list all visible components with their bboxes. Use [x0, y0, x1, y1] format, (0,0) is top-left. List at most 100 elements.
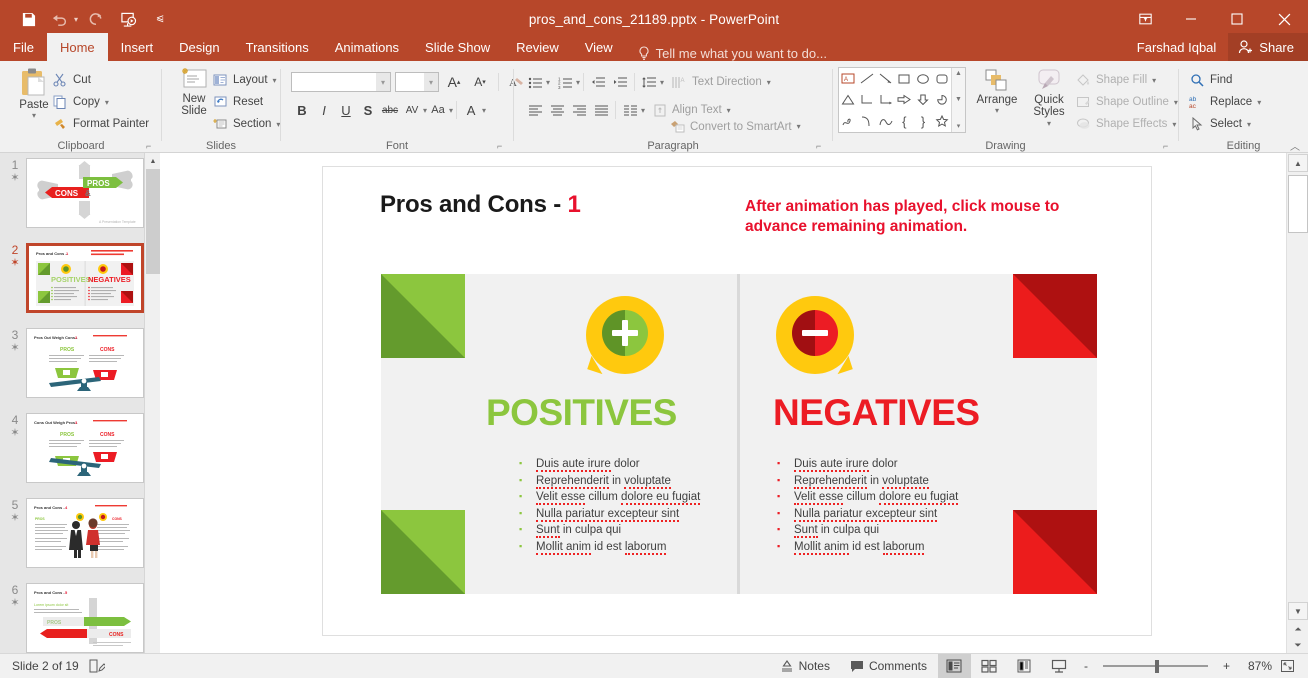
animation-note-text[interactable]: After animation has played, click mouse …: [745, 197, 1085, 237]
align-left-button[interactable]: [524, 99, 546, 121]
list-item[interactable]: 4 ✶ Cons Out Weigh Pros - 3 PROS CONS: [0, 408, 160, 493]
quick-styles-button[interactable]: Quick Styles ▾: [1025, 68, 1073, 128]
scroll-up-icon[interactable]: ▲: [1288, 154, 1308, 172]
decrease-font-size-button[interactable]: A ▾: [469, 71, 491, 93]
zoom-slider[interactable]: [1102, 654, 1208, 678]
bold-button[interactable]: B: [291, 99, 313, 121]
slide-notes-icon[interactable]: [89, 659, 105, 673]
thumbnail-image[interactable]: Pros and Cons - 5 Lorem ipsum dolor sit …: [26, 583, 144, 653]
text-shadow-button[interactable]: S: [357, 99, 379, 121]
zoom-out-button[interactable]: -: [1078, 654, 1094, 678]
shape-elbow-arrow-icon[interactable]: [879, 94, 893, 105]
increase-indent-button[interactable]: [609, 71, 631, 93]
thumbnail-scroll-thumb[interactable]: [146, 169, 160, 274]
shape-oval-icon[interactable]: [916, 73, 930, 84]
change-case-button[interactable]: Aa: [427, 99, 449, 121]
shape-scribble-icon[interactable]: [841, 116, 855, 127]
positives-heading[interactable]: POSITIVES: [486, 392, 677, 434]
shape-curve-icon[interactable]: [860, 116, 874, 127]
thumbnail-image[interactable]: Pros Out Weigh Cons - 2 PROS CONS: [26, 328, 144, 398]
shape-pie-icon[interactable]: [935, 94, 949, 106]
text-direction-button[interactable]: A Text Direction ▾: [672, 76, 771, 89]
shape-down-arrow-icon[interactable]: [916, 94, 930, 106]
shape-fill-button[interactable]: Shape Fill ▾: [1075, 69, 1178, 91]
tab-slide-show[interactable]: Slide Show: [412, 33, 503, 61]
shape-star-icon[interactable]: [935, 115, 949, 128]
bullets-caret-icon[interactable]: ▾: [546, 78, 550, 87]
align-text-button[interactable]: Align Text ▾: [653, 104, 731, 117]
decrease-indent-button[interactable]: [587, 71, 609, 93]
list-item[interactable]: 6 ✶ Pros and Cons - 5 Lorem ipsum dolor …: [0, 578, 160, 653]
shapes-grid[interactable]: A {}: [839, 68, 951, 132]
section-button[interactable]: Section ▾: [212, 113, 280, 135]
tab-file[interactable]: File: [0, 33, 47, 61]
slide-sorter-icon[interactable]: [973, 654, 1006, 678]
cut-button[interactable]: Cut: [52, 69, 149, 91]
find-button[interactable]: Find: [1189, 69, 1261, 91]
italic-button[interactable]: I: [313, 99, 335, 121]
convert-to-smartart-button[interactable]: Convert to SmartArt ▾: [670, 120, 801, 133]
shapes-scroll-down-icon[interactable]: ▼: [955, 96, 962, 103]
paragraph-dialog-launcher[interactable]: ⌐: [816, 141, 821, 151]
tab-view[interactable]: View: [572, 33, 626, 61]
font-size-dropdown-caret-icon[interactable]: ▾: [424, 73, 438, 91]
list-item[interactable]: 2 ✶ Pros and Cons - 1 POSITIVES NEGATIVE…: [0, 238, 160, 323]
slide-show-icon[interactable]: [1043, 654, 1076, 678]
shape-elbow-connector-icon[interactable]: [860, 94, 874, 105]
shapes-more-icon[interactable]: ▾: [957, 122, 961, 130]
save-icon[interactable]: [14, 4, 42, 34]
shape-arc-icon[interactable]: [879, 116, 893, 127]
convert-to-smartart-caret-icon[interactable]: ▾: [797, 122, 801, 131]
reading-view-icon[interactable]: [1008, 654, 1041, 678]
thumbnail-pane-scrollbar[interactable]: ▲: [144, 153, 160, 653]
copy-button[interactable]: Copy ▾: [52, 91, 149, 113]
shape-rounded-rectangle-icon[interactable]: [935, 73, 949, 84]
thumbnail-image[interactable]: Cons Out Weigh Pros - 3 PROS CONS: [26, 413, 144, 483]
layout-dropdown-caret-icon[interactable]: ▾: [273, 76, 277, 85]
paste-button[interactable]: Paste ▾: [10, 67, 58, 120]
font-dialog-launcher[interactable]: ⌐: [497, 141, 502, 151]
list-item[interactable]: 1 ✶ CONS & PROS A Presentation Template: [0, 153, 160, 238]
shapes-gallery-scrollbar[interactable]: ▲ ▼ ▾: [951, 68, 965, 132]
thumbnail-image[interactable]: Pros and Cons - 1 POSITIVES NEGATIVES: [26, 243, 144, 313]
replace-button[interactable]: ab ac Replace ▾: [1189, 91, 1261, 113]
character-spacing-button[interactable]: AV: [401, 99, 423, 121]
tell-me-search[interactable]: Tell me what you want to do...: [626, 46, 827, 61]
thumbnail-image[interactable]: Pros and Cons - 4 PROS CONS: [26, 498, 144, 568]
user-name[interactable]: Farshad Iqbal: [1137, 40, 1229, 55]
slide-pane-scrollbar[interactable]: ▲ ▼ ⏶ ⏷: [1286, 153, 1308, 653]
undo-icon[interactable]: [46, 4, 74, 34]
customize-quick-access-toolbar-icon[interactable]: ⩿: [146, 4, 174, 34]
share-button[interactable]: Share: [1228, 33, 1308, 61]
drawing-dialog-launcher[interactable]: ⌐: [1163, 141, 1168, 151]
line-spacing-caret-icon[interactable]: ▾: [660, 78, 664, 87]
slide-editing-pane[interactable]: Pros and Cons - 1 After animation has pl…: [160, 153, 1286, 653]
font-color-caret-icon[interactable]: ▾: [482, 106, 486, 115]
list-item[interactable]: 3 ✶ Pros Out Weigh Cons - 2 PROS CONS: [0, 323, 160, 408]
negatives-heading[interactable]: NEGATIVES: [773, 392, 980, 434]
shape-triangle-icon[interactable]: [841, 94, 855, 105]
font-name-combobox[interactable]: ▾: [291, 72, 391, 92]
collapse-ribbon-icon[interactable]: ︿: [1290, 138, 1300, 153]
zoom-in-button[interactable]: +: [1217, 654, 1236, 678]
shape-textbox-icon[interactable]: A: [841, 73, 855, 84]
start-from-beginning-icon[interactable]: [114, 4, 142, 34]
list-item[interactable]: 5 ✶ Pros and Cons - 4 PROS CONS: [0, 493, 160, 578]
tab-insert[interactable]: Insert: [108, 33, 167, 61]
tab-home[interactable]: Home: [46, 33, 108, 61]
shape-right-arrow-icon[interactable]: [897, 94, 912, 105]
notes-button[interactable]: Notes: [771, 654, 839, 678]
shape-right-brace-icon[interactable]: }: [921, 114, 925, 129]
zoom-percentage[interactable]: 87%: [1238, 659, 1272, 673]
numbering-caret-icon[interactable]: ▾: [576, 78, 580, 87]
font-size-combobox[interactable]: ▾: [395, 72, 439, 92]
negatives-bullet-list[interactable]: Duis aute irure dolor Reprehenderit in v…: [777, 455, 959, 556]
zoom-slider-knob[interactable]: [1154, 659, 1159, 673]
reset-button[interactable]: Reset: [212, 91, 280, 113]
align-right-button[interactable]: [568, 99, 590, 121]
justify-button[interactable]: [590, 99, 612, 121]
slide-canvas[interactable]: Pros and Cons - 1 After animation has pl…: [322, 166, 1152, 636]
slide-counter[interactable]: Slide 2 of 19: [12, 659, 79, 673]
next-slide-icon[interactable]: ⏷: [1288, 637, 1308, 653]
select-button[interactable]: Select ▾: [1189, 113, 1261, 135]
